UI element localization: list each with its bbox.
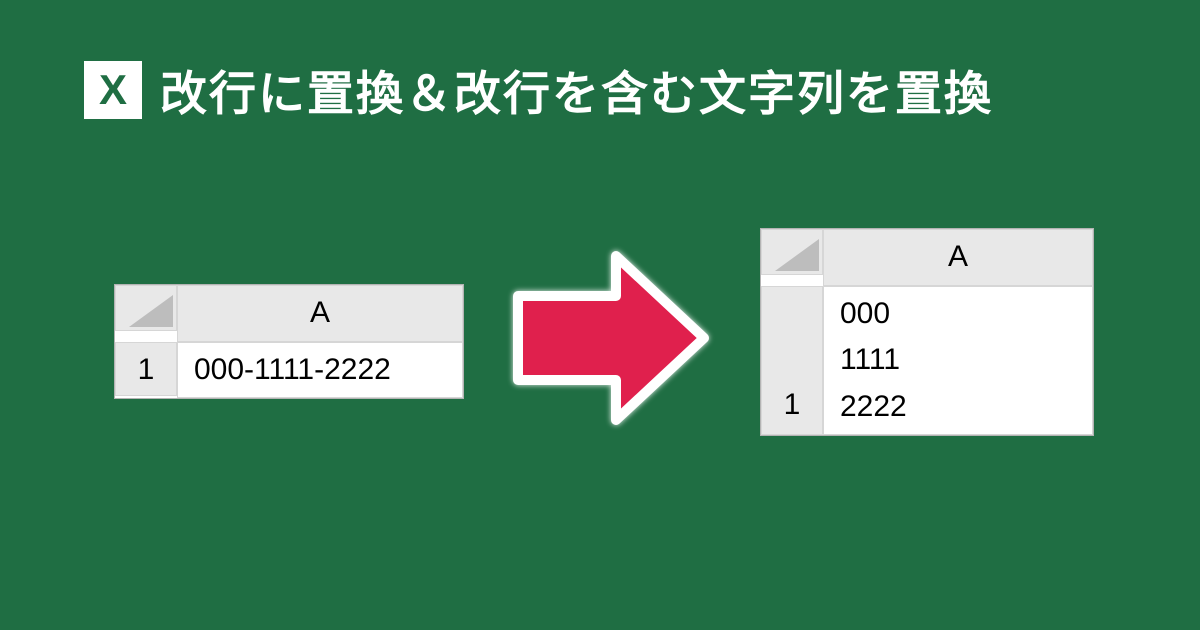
header: X 改行に置換＆改行を含む文字列を置換 — [0, 0, 1200, 124]
column-header-a: A — [823, 229, 1093, 286]
cell-a1-after: 000 1111 2222 — [823, 286, 1093, 436]
arrow-icon — [506, 248, 716, 433]
row-number-1: 1 — [115, 342, 177, 396]
select-all-corner — [761, 229, 823, 275]
after-table: A 1 000 1111 2222 — [760, 228, 1094, 436]
row-number-1: 1 — [761, 286, 823, 436]
excel-logo-letter: X — [99, 69, 127, 111]
select-all-corner — [115, 285, 177, 331]
page-title: 改行に置換＆改行を含む文字列を置換 — [160, 55, 993, 124]
cell-a1-before: 000-1111-2222 — [177, 342, 463, 399]
before-table: A 1 000-1111-2222 — [114, 284, 464, 399]
column-header-a: A — [177, 285, 463, 342]
excel-logo-icon: X — [84, 61, 142, 119]
